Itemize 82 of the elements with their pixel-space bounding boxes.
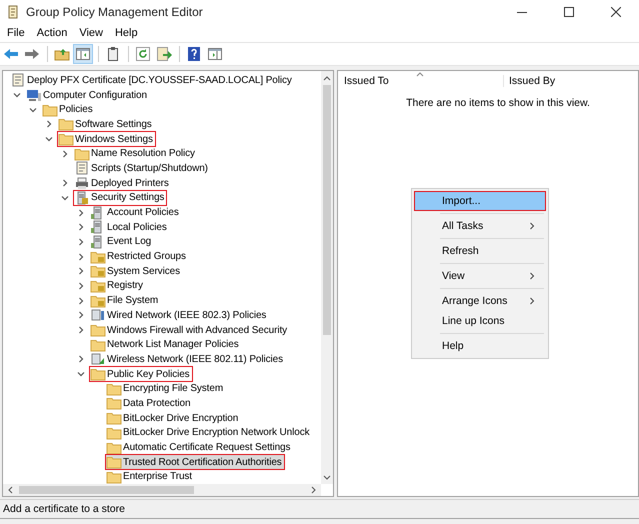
export-icon[interactable] [154, 44, 174, 64]
tree-item[interactable]: Local Policies [89, 219, 170, 236]
tree-item[interactable]: Deploy PFX Certificate [DC.YOUSSEF-SAAD.LOCAL] Policy [9, 72, 295, 88]
refresh-icon[interactable] [133, 44, 153, 64]
printer-icon [74, 176, 90, 190]
scroll-right-icon[interactable] [311, 486, 317, 494]
tree-item[interactable]: Trusted Root Certification Authorities [105, 454, 285, 470]
folder-icon [90, 338, 106, 352]
folder-icon [90, 323, 106, 338]
folder-icon [42, 102, 58, 117]
tree-item[interactable]: Network List Manager Policies [89, 336, 242, 353]
folder-icon [106, 396, 122, 410]
menu-item[interactable]: Arrange Icons [414, 291, 546, 311]
tree-item[interactable]: Computer Configuration [25, 87, 150, 104]
submenu-chevron-icon [529, 272, 535, 280]
tree-item[interactable]: Windows Firewall with Advanced Security [89, 322, 290, 338]
console-tree-icon[interactable] [73, 44, 93, 64]
folder-icon [106, 455, 122, 470]
locked-folder-icon [90, 278, 106, 293]
column-header[interactable]: Issued By [504, 75, 556, 87]
tree-item[interactable]: Enterprise Trust [105, 468, 195, 484]
maximize-icon[interactable] [564, 7, 574, 17]
tree-item[interactable]: Public Key Policies [89, 366, 193, 382]
tree-item[interactable]: BitLocker Drive Encryption [105, 410, 242, 426]
menu-item[interactable]: Help [110, 27, 143, 39]
scroll-icon [74, 161, 90, 176]
menu-item[interactable]: Import... [414, 191, 546, 211]
column-header[interactable]: Issued To [338, 75, 504, 87]
horizontal-scrollbar[interactable] [3, 484, 321, 496]
folder-icon [74, 146, 90, 161]
tree-item[interactable]: Software Settings [57, 116, 155, 132]
menu-item[interactable]: All Tasks [414, 216, 546, 236]
tree-item[interactable]: BitLocker Drive Encryption Network Unlock [105, 424, 313, 441]
scroll-left-icon[interactable] [7, 486, 13, 494]
menu-item[interactable]: Help [414, 336, 546, 356]
tree-item[interactable]: Deployed Printers [73, 175, 172, 192]
folder-icon [106, 382, 122, 396]
menu-item[interactable]: Refresh [414, 241, 546, 261]
tree-item[interactable]: System Services [89, 263, 183, 280]
locked-folder-icon [90, 264, 106, 278]
submenu-chevron-icon [529, 222, 535, 230]
tree-item[interactable]: Data Protection [105, 395, 194, 412]
tree-item[interactable]: Wireless Network (IEEE 802.11) Policies [89, 351, 286, 368]
tree-item[interactable]: File System [89, 292, 162, 309]
tree-item[interactable]: Scripts (Startup/Shutdown) [73, 160, 211, 176]
tree-item[interactable]: Policies [41, 102, 96, 118]
scroll-icon [10, 73, 26, 88]
locked-folder-icon [90, 250, 106, 264]
close-icon[interactable] [611, 7, 621, 17]
status-text: Add a certificate to a store [0, 499, 639, 519]
empty-message: There are no items to show in this view. [405, 97, 591, 109]
scroll-down-icon[interactable] [323, 475, 331, 481]
vertical-scrollbar[interactable] [321, 71, 333, 484]
tree-item[interactable]: Name Resolution Policy [73, 146, 198, 162]
menu-item[interactable]: Action [32, 27, 72, 39]
locked-folder-icon [90, 294, 106, 308]
menu-item[interactable]: Line up Icons [414, 311, 546, 331]
submenu-chevron-icon [529, 297, 535, 305]
tree-item[interactable]: Account Policies [89, 204, 182, 221]
sort-caret-icon [416, 72, 424, 77]
tree-item[interactable]: Security Settings [73, 190, 168, 206]
folder-icon [58, 117, 74, 132]
tree-item[interactable]: Windows Settings [57, 131, 156, 148]
tree-item[interactable]: Registry [89, 278, 146, 294]
folder-icon [58, 132, 74, 146]
menu-item[interactable]: File [2, 27, 30, 39]
tree-item[interactable]: Encrypting File System [105, 380, 226, 397]
folder-icon [106, 411, 122, 426]
computer-icon [26, 88, 42, 102]
app-icon [6, 5, 20, 19]
network-icon [90, 308, 106, 322]
tree-item[interactable]: Restricted Groups [89, 248, 189, 265]
tree-item[interactable]: Wired Network (IEEE 802.3) Policies [89, 307, 270, 324]
folder-icon [106, 426, 122, 440]
menu-item[interactable]: View [74, 27, 108, 39]
menu-item[interactable]: View [414, 266, 546, 286]
scroll-up-icon[interactable] [323, 75, 331, 81]
tree-item[interactable]: Automatic Certificate Request Settings [105, 440, 294, 456]
folder-icon [90, 367, 106, 382]
wireless-icon [90, 352, 106, 366]
window-title: Group Policy Management Editor [26, 5, 204, 19]
tree-item[interactable]: Event Log [89, 234, 154, 250]
